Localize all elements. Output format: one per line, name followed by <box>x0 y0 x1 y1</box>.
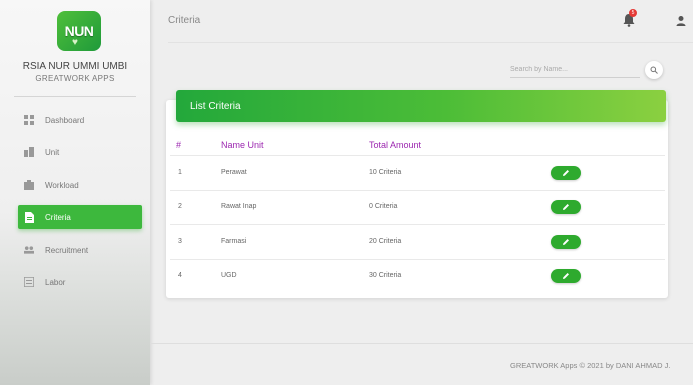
user-menu-button[interactable] <box>676 14 686 26</box>
row-total-amount: 30 Criteria <box>369 272 402 279</box>
row-total-amount: 0 Criteria <box>369 203 398 210</box>
dashboard-icon <box>24 115 34 125</box>
sidebar-item-label: Unit <box>45 147 60 157</box>
criteria-card <box>166 100 668 298</box>
header-divider <box>168 42 693 43</box>
pencil-icon <box>563 239 569 245</box>
sidebar-divider <box>14 96 136 97</box>
footer-divider <box>150 343 693 344</box>
row-total-amount: 20 Criteria <box>369 238 402 245</box>
row-total-amount: 10 Criteria <box>369 169 402 176</box>
edit-button[interactable] <box>551 235 581 249</box>
pencil-icon <box>563 204 569 210</box>
row-divider <box>170 259 665 260</box>
sidebar-item-recruitment[interactable]: Recruitment <box>18 238 142 262</box>
search-icon <box>650 66 658 74</box>
row-number: 2 <box>178 203 182 210</box>
sidebar-item-labor[interactable]: Labor <box>18 270 142 294</box>
row-number: 3 <box>178 238 182 245</box>
recruitment-icon <box>24 245 34 255</box>
sidebar-item-label: Recruitment <box>45 245 89 255</box>
person-icon <box>676 16 686 26</box>
sidebar-item-unit[interactable]: Unit <box>18 140 142 164</box>
document-icon <box>24 211 34 223</box>
row-name-unit: UGD <box>221 272 237 279</box>
row-name-unit: Farmasi <box>221 238 247 245</box>
sidebar-item-label: Criteria <box>45 212 71 222</box>
row-name-unit: Perawat <box>221 169 247 176</box>
search-button[interactable] <box>645 61 663 79</box>
sidebar-item-label: Labor <box>45 277 66 287</box>
column-header-number: # <box>176 140 182 150</box>
edit-button[interactable] <box>551 200 581 214</box>
card-header: List Criteria <box>176 90 666 122</box>
logo[interactable]: NUN ♥ <box>57 11 101 51</box>
sidebar-item-criteria[interactable]: Criteria <box>18 205 142 229</box>
sidebar-item-label: Dashboard <box>45 115 85 125</box>
pencil-icon <box>563 170 569 176</box>
heart-icon: ♥ <box>72 37 78 48</box>
sidebar: NUN ♥ RSIA NUR UMMI UMBI GREATWORK APPS … <box>0 0 150 385</box>
row-divider <box>170 190 665 191</box>
card-title: List Criteria <box>190 100 241 112</box>
search-input[interactable] <box>510 61 640 78</box>
notification-badge: 5 <box>629 9 637 17</box>
labor-icon <box>24 277 34 287</box>
row-divider <box>170 224 665 225</box>
edit-button[interactable] <box>551 269 581 283</box>
column-header-name-unit: Name Unit <box>221 140 264 150</box>
sidebar-item-workload[interactable]: Workload <box>18 173 142 197</box>
top-bar: Criteria 5 <box>150 0 693 42</box>
sidebar-item-label: Workload <box>45 180 79 190</box>
row-number: 4 <box>178 272 182 279</box>
row-number: 1 <box>178 169 182 176</box>
edit-button[interactable] <box>551 166 581 180</box>
brand-subtitle: GREATWORK APPS <box>35 74 115 83</box>
brand-name: RSIA NUR UMMI UMBI <box>22 61 128 72</box>
workload-icon <box>24 180 34 190</box>
page-title: Criteria <box>168 15 201 26</box>
column-header-total-amount: Total Amount <box>369 140 422 150</box>
row-name-unit: Rawat Inap <box>221 203 257 210</box>
row-divider <box>170 155 665 156</box>
logo-text: NUN <box>64 23 94 39</box>
sidebar-item-dashboard[interactable]: Dashboard <box>18 108 142 132</box>
footer-text: GREATWORK Apps © 2021 by DANI AHMAD J. <box>510 361 671 370</box>
unit-icon <box>24 147 34 157</box>
pencil-icon <box>563 273 569 279</box>
